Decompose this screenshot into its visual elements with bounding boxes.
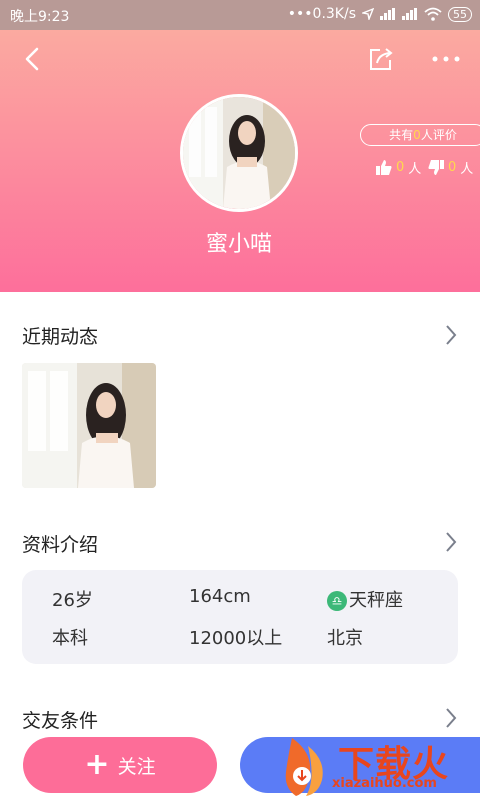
status-time: 晚上9:23 [10,9,70,25]
like-count[interactable]: 0人 [376,158,421,177]
dislike-count[interactable]: 0人 [428,158,473,177]
signal-icon-2 [402,8,418,20]
info-card: 26岁 164cm ♎ 天秤座 本科 12000以上 北京 [22,570,458,664]
follow-button[interactable]: + 关注 [23,737,217,793]
height-value: 164cm [189,586,251,607]
city-value: 北京 [327,628,363,649]
moments-title: 近期动态 [22,326,99,348]
battery-indicator: 55 [448,6,472,22]
nickname: 蜜小喵 [205,232,272,257]
income-value: 12000以上 [189,628,283,649]
libra-icon: ♎ [327,591,347,611]
conditions-title: 交友条件 [22,710,99,732]
status-bar: 晚上9:23 •••0.3K/s 55 [0,0,480,30]
profile-chevron-icon[interactable] [442,530,460,554]
review-count-badge[interactable]: 共有0人评价 [360,124,480,146]
share-icon[interactable] [366,44,396,74]
moments-chevron-icon[interactable] [442,323,460,347]
more-icon[interactable] [428,44,464,74]
age-value: 26岁 [52,590,93,611]
moment-photo[interactable] [22,363,156,488]
watermark-url: xiazaihuo.com [332,776,437,791]
signal-icon [380,8,396,20]
thumbs-down-icon [428,160,444,175]
network-speed: •••0.3K/s [287,6,356,22]
plus-icon: + [84,747,110,782]
avatar[interactable] [180,94,298,212]
wifi-icon [424,7,442,21]
thumbs-up-icon [376,160,392,175]
location-icon [362,8,374,20]
follow-label: 关注 [117,755,156,778]
status-icons: •••0.3K/s 55 [288,6,472,22]
conditions-chevron-icon[interactable] [442,706,460,730]
profile-header: 蜜小喵 共有0人评价 0人 0人 [0,30,480,292]
back-icon[interactable] [18,44,48,74]
profile-section-title: 资料介绍 [22,534,99,556]
education-value: 本科 [52,628,88,649]
zodiac-value: ♎ 天秤座 [327,586,403,612]
